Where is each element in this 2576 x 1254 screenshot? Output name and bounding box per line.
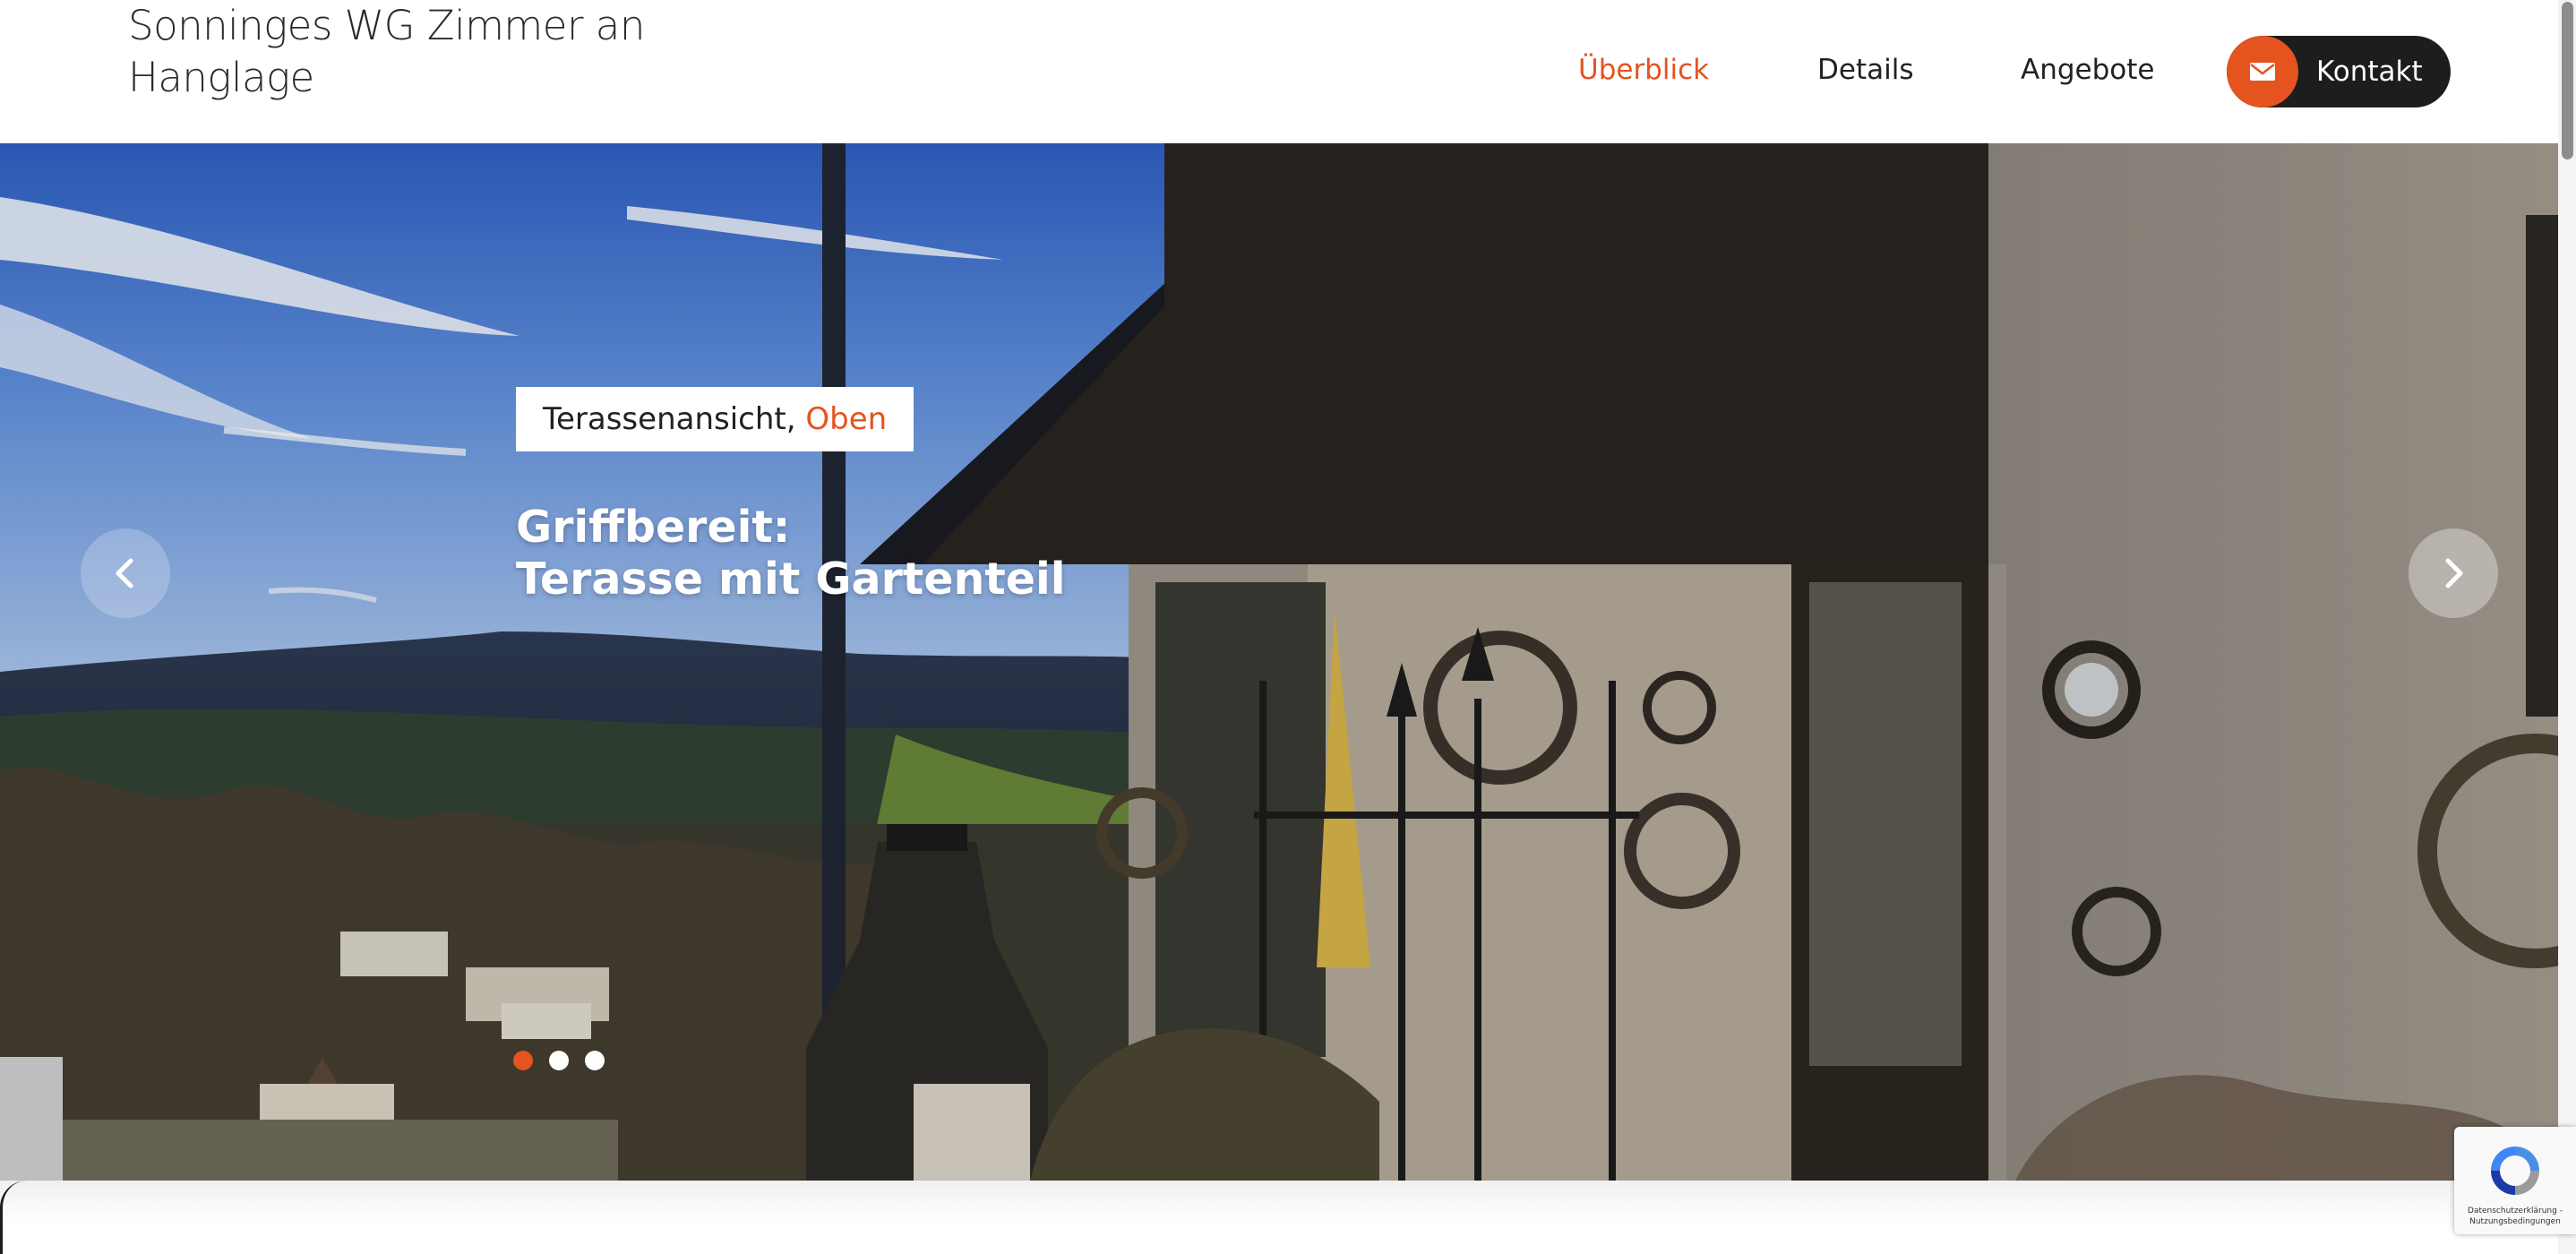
slider-prev-button[interactable] [81, 528, 170, 618]
nav-item-ueberblick[interactable]: Überblick [1578, 50, 1709, 90]
site-header: Sonninges WG Zimmer an Hanglage Überblic… [0, 0, 2576, 143]
contact-button-label: Kontakt [2316, 56, 2423, 88]
slider-dot-3[interactable] [585, 1051, 605, 1070]
next-section-edge [0, 1181, 2576, 1254]
slider-dot-2[interactable] [549, 1051, 569, 1070]
nav-item-angebote[interactable]: Angebote [2021, 50, 2154, 90]
scrollbar-thumb[interactable] [2562, 2, 2573, 159]
chevron-left-icon [116, 558, 133, 588]
slide-heading-line1: Griffbereit: [516, 502, 791, 553]
site-title[interactable]: Sonninges WG Zimmer an Hanglage [128, 0, 683, 104]
slide-caption-accent: Oben [805, 401, 888, 437]
slider-next-button[interactable] [2409, 528, 2498, 618]
nav-item-details[interactable]: Details [1817, 50, 1913, 90]
contact-button[interactable]: Kontakt [2227, 36, 2451, 107]
envelope-icon [2227, 36, 2298, 107]
slide-caption: Terassenansicht, Oben [516, 387, 914, 451]
hero-slider: Terassenansicht, Oben Griffbereit: Teras… [0, 143, 2576, 1181]
slide-photo [0, 143, 2576, 1181]
recaptcha-terms-link[interactable]: Datenschutzerklärung - Nutzungsbedingung… [2454, 1206, 2576, 1227]
slider-dot-1[interactable] [513, 1051, 533, 1070]
slide-heading: Griffbereit: Terasse mit Gartenteil [516, 502, 1322, 606]
section-edge-corner [0, 1181, 36, 1254]
recaptcha-icon [2491, 1147, 2539, 1195]
recaptcha-badge[interactable]: Datenschutzerklärung - Nutzungsbedingung… [2454, 1127, 2576, 1234]
chevron-right-icon [2445, 558, 2463, 588]
slide-caption-text: Terassenansicht, [543, 401, 806, 437]
slide-heading-line2: Terasse mit Gartenteil [516, 554, 1066, 605]
page-scrollbar[interactable] [2558, 0, 2576, 1254]
